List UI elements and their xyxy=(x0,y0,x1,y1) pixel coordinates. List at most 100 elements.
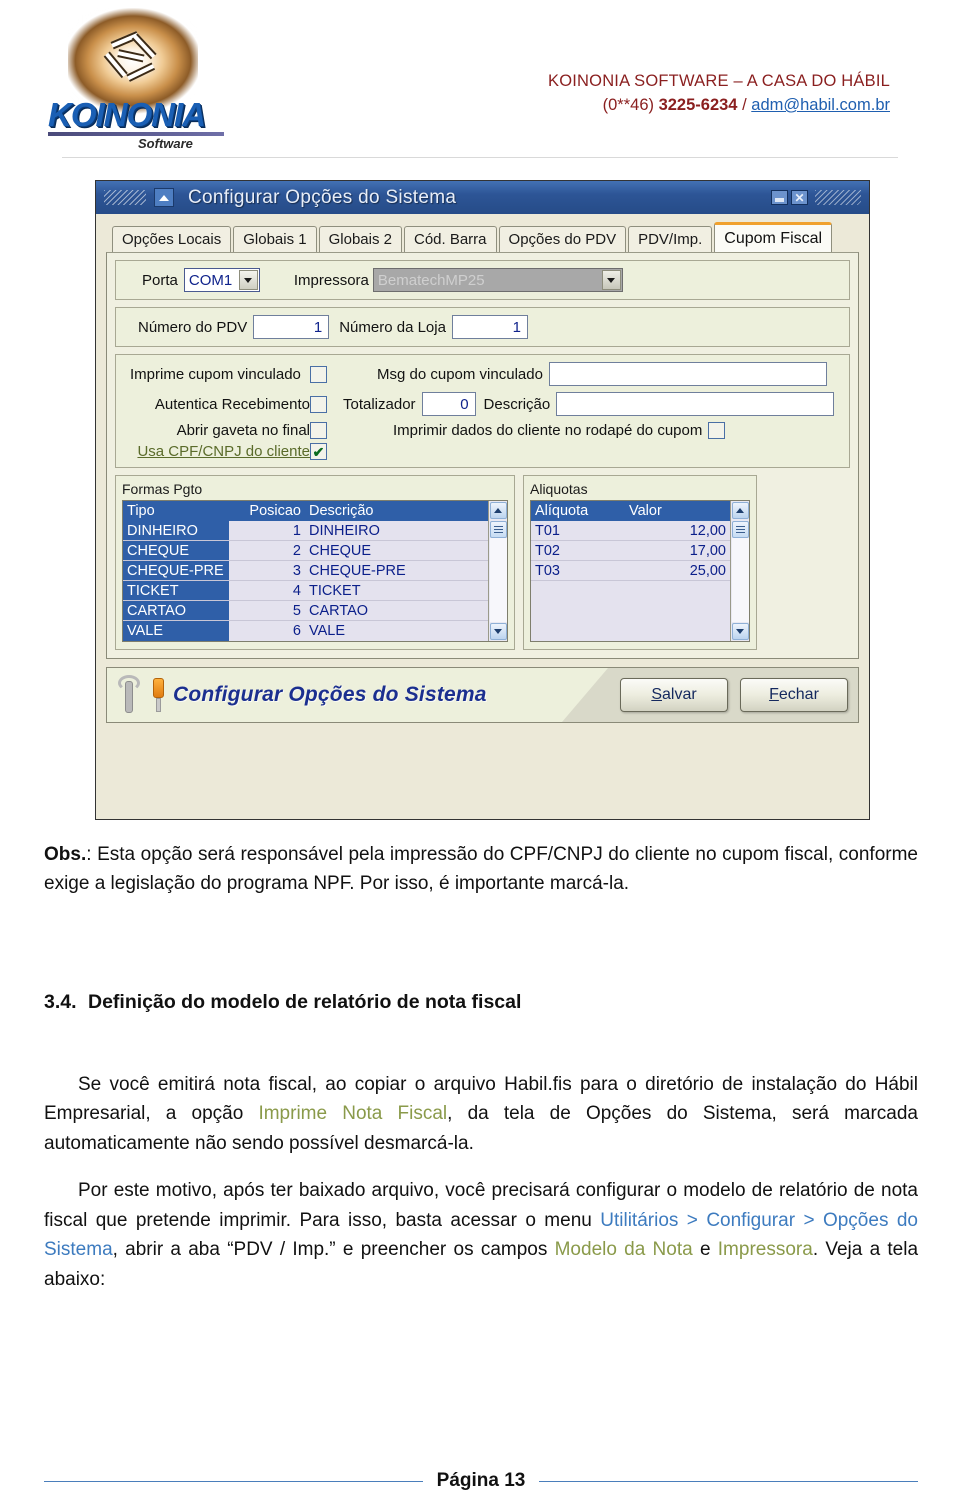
minimize-button[interactable] xyxy=(771,190,788,205)
scroll-down-icon[interactable] xyxy=(489,623,507,640)
col-posicao: Posicao xyxy=(249,503,301,519)
cell-valor: 12,00 xyxy=(689,522,726,539)
formas-pgto-caption: Formas Pgto xyxy=(122,481,203,497)
page-number: Página 13 xyxy=(436,1470,526,1491)
table-row[interactable]: T02 17,00 xyxy=(531,541,730,561)
email-link[interactable]: adm@habil.com.br xyxy=(751,96,890,114)
cell-valor: 17,00 xyxy=(689,542,726,559)
table-row[interactable]: T01 12,00 xyxy=(531,521,730,541)
autentica-recebimento-checkbox[interactable] xyxy=(310,395,327,413)
formas-pgto-grid[interactable]: Tipo Posicao Descrição DINHEIRO 1 DINHEI… xyxy=(122,500,508,642)
formas-pgto-scrollbar[interactable] xyxy=(488,501,507,641)
totalizador-input[interactable]: 0 xyxy=(421,392,476,416)
msg-cupom-label: Msg do cupom vinculado xyxy=(377,365,543,383)
table-row[interactable]: TICKET 4 TICKET xyxy=(123,581,488,601)
save-button[interactable]: Salvar xyxy=(620,678,728,712)
cell-tipo: CARTAO xyxy=(123,601,229,620)
tab-cod-barra[interactable]: Cód. Barra xyxy=(403,226,497,252)
obs-label: Obs. xyxy=(44,844,87,865)
numero-loja-input[interactable]: 1 xyxy=(451,315,528,339)
msg-cupom-input[interactable] xyxy=(548,362,827,386)
section-heading: 3.4. Definição do modelo de relatório de … xyxy=(44,991,918,1014)
cell-tipo: VALE xyxy=(123,621,229,641)
abrir-gaveta-checkbox[interactable] xyxy=(310,422,327,439)
col-valor: Valor xyxy=(629,503,662,519)
chevron-down-icon[interactable] xyxy=(601,270,621,290)
aliquotas-scrollbar[interactable] xyxy=(730,501,749,641)
footer-rule-right xyxy=(539,1480,918,1482)
scroll-up-icon[interactable] xyxy=(731,502,749,519)
scrollbar-track[interactable] xyxy=(731,538,749,622)
scroll-up-icon[interactable] xyxy=(489,502,507,519)
aliquotas-caption: Aliquotas xyxy=(530,481,588,497)
abrir-gaveta-label: Abrir gaveta no final xyxy=(176,422,310,439)
close-accel: F xyxy=(769,686,779,703)
impressora-select[interactable]: BematechMP25 xyxy=(372,268,623,292)
phone-prefix: (0**46) xyxy=(602,96,659,114)
tab-cupom-fiscal[interactable]: Cupom Fiscal xyxy=(714,222,833,252)
tab-opcoes-pdv[interactable]: Opções do PDV xyxy=(498,226,627,252)
titlebar-grip-right-icon xyxy=(815,190,861,205)
tab-globais-2[interactable]: Globais 2 xyxy=(318,226,402,252)
usa-cpf-cnpj-label[interactable]: Usa CPF/CNPJ do cliente xyxy=(124,443,310,460)
table-row[interactable]: T03 25,00 xyxy=(531,561,730,581)
table-row[interactable]: CHEQUE 2 CHEQUE xyxy=(123,541,488,561)
table-row[interactable]: DINHEIRO 1 DINHEIRO xyxy=(123,521,488,541)
cell-tipo: DINHEIRO xyxy=(123,521,229,540)
paragraph-1: Se você emitirá nota fiscal, ao copiar o… xyxy=(44,1070,918,1158)
footer-buttons: Salvar Fechar xyxy=(562,668,858,722)
table-row[interactable]: CARTAO 5 CARTAO xyxy=(123,601,488,621)
imprime-cupom-checkbox[interactable] xyxy=(310,365,327,383)
numero-loja-label: Número da Loja xyxy=(339,318,446,336)
cell-posicao: 4 xyxy=(292,582,301,599)
scrollbar-thumb[interactable] xyxy=(489,521,507,538)
header-divider xyxy=(62,157,898,158)
tab-panel-cupom-fiscal: Porta COM1 Impressora BematechMP25 Númer… xyxy=(106,252,859,659)
aliquotas-box: Aliquotas Alíquota Valor T01 12,00 T02 1… xyxy=(523,475,757,650)
table-row[interactable]: CHEQUE-PRE 3 CHEQUE-PRE xyxy=(123,561,488,581)
scrollbar-thumb[interactable] xyxy=(731,521,749,538)
koinonia-logo: KOINONIA Software xyxy=(38,8,228,151)
scroll-down-icon[interactable] xyxy=(731,623,749,640)
chevron-down-icon[interactable] xyxy=(238,270,258,290)
dialog-title: Configurar Opções do Sistema xyxy=(188,186,457,208)
tab-opcoes-locais[interactable]: Opções Locais xyxy=(112,226,232,252)
close-label-rest: echar xyxy=(778,686,819,703)
close-dialog-button[interactable]: Fechar xyxy=(740,678,848,712)
aliquotas-grid[interactable]: Alíquota Valor T01 12,00 T02 17,00 T03 2… xyxy=(530,500,750,642)
paragraph-2: Por este motivo, após ter baixado arquiv… xyxy=(44,1176,918,1294)
imprimir-dados-cliente-checkbox[interactable] xyxy=(708,422,726,439)
impressora-label: Impressora xyxy=(293,271,369,289)
tab-globais-1[interactable]: Globais 1 xyxy=(233,226,317,252)
section-title: Definição do modelo de relatório de nota… xyxy=(88,990,522,1013)
descricao-input[interactable] xyxy=(556,392,835,416)
totalizador-label: Totalizador xyxy=(343,395,416,413)
p2-part-c: e xyxy=(692,1239,718,1261)
system-menu-icon[interactable] xyxy=(154,188,174,207)
wrench-icon xyxy=(115,675,149,715)
save-accel: S xyxy=(651,686,662,703)
aliquotas-empty-area xyxy=(531,581,730,641)
imprimir-dados-cliente-label: Imprimir dados do cliente no rodapé do c… xyxy=(393,422,703,439)
scrollbar-track[interactable] xyxy=(489,538,507,622)
numero-pdv-input[interactable]: 1 xyxy=(253,315,330,339)
p1-highlight-imprime-nota-fiscal: Imprime Nota Fiscal xyxy=(258,1103,448,1125)
cell-posicao: 2 xyxy=(292,542,301,559)
table-row[interactable]: VALE 6 VALE xyxy=(123,621,488,641)
cell-tipo: TICKET xyxy=(123,581,229,600)
titlebar-grip-icon xyxy=(104,190,146,205)
section-number: 3.4. xyxy=(44,990,77,1013)
obs-text: : Esta opção será responsável pela impre… xyxy=(44,844,918,895)
page-header: KOINONIA Software KOINONIA SOFTWARE – A … xyxy=(0,0,960,158)
p2-highlight-impressora: Impressora xyxy=(717,1239,813,1261)
autentica-recebimento-label: Autentica Recebimento xyxy=(154,395,310,413)
p2-part-b: , abrir a aba “PDV / Imp.” e preencher o… xyxy=(112,1239,555,1261)
tab-pdv-imp[interactable]: PDV/Imp. xyxy=(628,226,713,252)
close-button[interactable] xyxy=(791,190,808,205)
usa-cpf-cnpj-checkbox[interactable]: ✔ xyxy=(310,443,327,460)
porta-select[interactable]: COM1 xyxy=(183,268,260,292)
logo-underline xyxy=(48,132,224,136)
impressora-select-value: BematechMP25 xyxy=(377,271,485,289)
phone-number: 3225-6234 xyxy=(658,96,738,114)
footer-title: Configurar Opções do Sistema xyxy=(173,683,487,706)
